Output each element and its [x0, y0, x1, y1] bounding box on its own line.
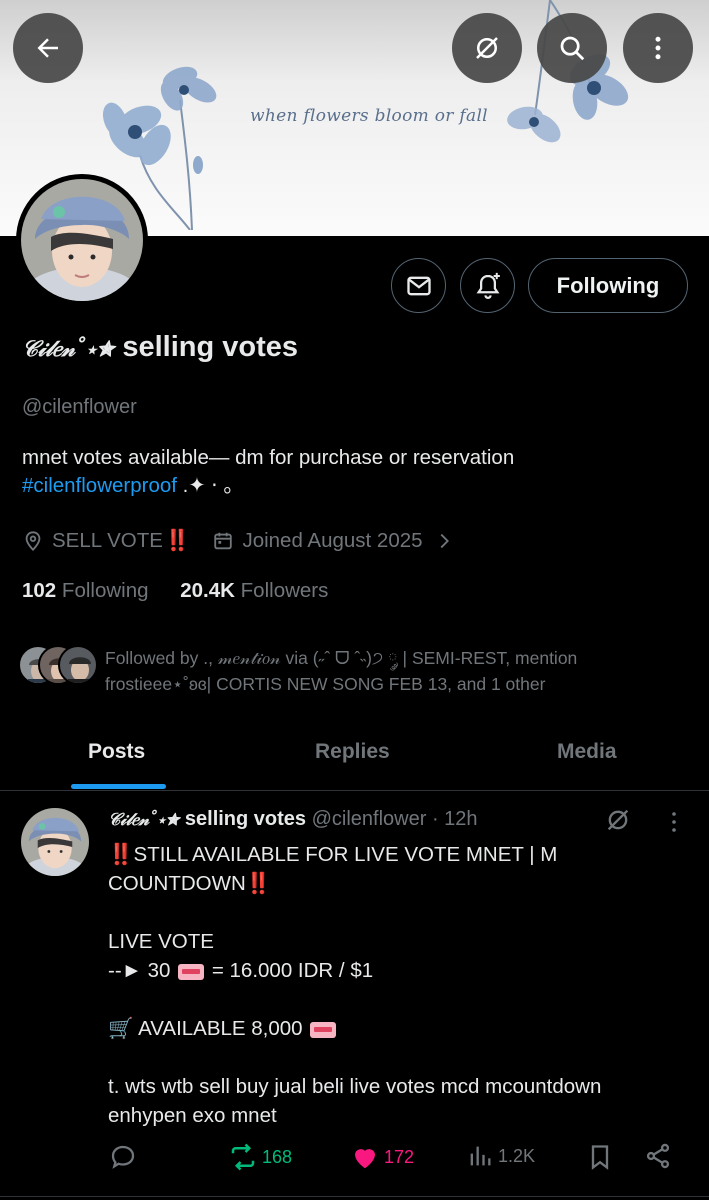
ticket-icon [310, 1021, 337, 1038]
joined-date: Joined August 2025 [242, 529, 423, 552]
following-label: Following [61, 579, 149, 602]
post-line-5: t. wts wtb sell buy jual beli live votes… [108, 1075, 602, 1127]
reply-button[interactable] [108, 1142, 138, 1172]
notifications-button[interactable] [460, 258, 515, 313]
views-button[interactable]: 1.2K [466, 1142, 535, 1170]
post-author-decoration: 𝒞𝒾𝓁𝑒𝓃˚⋆✮ [108, 810, 180, 830]
avatar-photo [21, 179, 143, 301]
display-name-decoration: 𝒞𝒾𝓁𝑒𝓃˚⋆✮ [22, 336, 115, 362]
analytics-icon [470, 1146, 491, 1166]
display-name: 𝒞𝒾𝓁𝑒𝓃˚⋆✮ selling votes [22, 331, 298, 364]
post-author-main: selling votes [184, 808, 307, 830]
profile-meta: SELL VOTE ‼️ Joined August 2025 [22, 529, 455, 553]
more-vertical-icon [655, 36, 661, 60]
post-line-4: 🛒 AVAILABLE 8,000 [108, 1017, 303, 1040]
share-icon [646, 1143, 670, 1169]
profile-handle: @cilenflower [22, 396, 137, 418]
calendar-icon [214, 532, 233, 550]
bookmark-icon [591, 1145, 609, 1170]
location-pin-icon [25, 531, 41, 552]
double-exclamation-mark: ‼️ [245, 872, 272, 895]
repost-button[interactable]: 168 [228, 1142, 292, 1172]
bio-text: mnet votes available— dm for purchase or… [22, 446, 515, 469]
following-count: 102 [22, 579, 57, 602]
repost-icon [231, 1143, 255, 1171]
active-tab-indicator [71, 784, 166, 789]
post-author-handle[interactable]: @cilenflower [312, 808, 427, 830]
grok-icon [476, 37, 498, 59]
followers-count-link[interactable]: 20.4K Followers [180, 579, 328, 602]
banner-text: when flowers bloom or fall [250, 106, 488, 126]
followed-by-text: Followed by ., 𝓂𝑒𝓃𝓉𝒾𝑜𝓃 via (˶ˆ ᗜ ˆ˵)੭ ༘ … [105, 648, 578, 694]
post-author-avatar[interactable] [21, 808, 89, 876]
grok-icon[interactable] [604, 806, 632, 834]
post-actions: 168 172 1.2K [108, 1142, 688, 1178]
double-exclamation-mark: ‼️ [108, 843, 134, 866]
tab-replies[interactable]: Replies [315, 740, 390, 764]
share-button[interactable] [644, 1142, 672, 1170]
profile-bio: mnet votes available— dm for purchase or… [22, 444, 682, 500]
post-more-icon[interactable] [662, 810, 686, 834]
message-button[interactable] [391, 258, 446, 313]
post-line-3-end: = 16.000 IDR / $1 [211, 959, 374, 982]
grok-button[interactable] [452, 13, 522, 83]
reply-icon [111, 1145, 135, 1169]
follower-avatar [58, 645, 98, 685]
post-line-1: STILL AVAILABLE FOR LIVE VOTE MNET | M C… [108, 843, 558, 895]
heart-filled-icon [355, 1149, 375, 1169]
followers-count: 20.4K [180, 579, 235, 602]
mail-icon [406, 276, 431, 295]
like-button[interactable]: 172 [350, 1142, 414, 1172]
post-time[interactable]: · 12h [432, 808, 478, 830]
back-button[interactable] [13, 13, 83, 83]
location-text: SELL VOTE [52, 529, 163, 552]
post-text: ‼️STILL AVAILABLE FOR LIVE VOTE MNET | M… [108, 840, 668, 1130]
avatar-photo [21, 808, 89, 876]
location-emoji: ‼️ [164, 529, 191, 552]
more-options-button[interactable] [623, 13, 693, 83]
post-divider [0, 1196, 709, 1197]
like-count: 172 [384, 1146, 415, 1167]
arrow-left-icon [37, 38, 58, 58]
follow-counts: 102 Following 20.4K Followers [22, 579, 328, 603]
followed-by-row[interactable]: Followed by ., 𝓂𝑒𝓃𝓉𝒾𝑜𝓃 via (˶ˆ ᗜ ˆ˵)੭ ༘ … [18, 645, 615, 697]
search-icon [560, 36, 585, 61]
bio-suffix: .✦ ⋅ ｡ [176, 474, 234, 497]
search-button[interactable] [537, 13, 607, 83]
following-count-link[interactable]: 102 Following [22, 579, 149, 602]
display-name-text: selling votes [122, 331, 299, 363]
following-button[interactable]: Following [528, 258, 688, 313]
tab-media[interactable]: Media [557, 740, 617, 764]
bell-plus-icon [476, 272, 500, 299]
chevron-right-icon[interactable] [433, 530, 455, 552]
post-author-name[interactable]: 𝒞𝒾𝓁𝑒𝓃˚⋆✮ selling votes [108, 808, 306, 830]
repost-count: 168 [262, 1146, 293, 1167]
ticket-icon [178, 963, 205, 980]
post-header: 𝒞𝒾𝓁𝑒𝓃˚⋆✮ selling votes @cilenflower · 12… [108, 808, 478, 831]
bio-hashtag-link[interactable]: #cilenflowerproof [22, 474, 177, 497]
tab-posts[interactable]: Posts [88, 740, 145, 764]
post-line-3-start: --► 30 [108, 959, 171, 982]
followed-by-avatars [18, 645, 100, 687]
bookmark-button[interactable] [586, 1142, 614, 1172]
post-line-2: LIVE VOTE [108, 930, 214, 953]
views-count: 1.2K [498, 1145, 536, 1166]
profile-avatar[interactable] [16, 174, 148, 306]
followers-label: Followers [240, 579, 329, 602]
profile-tabs: Posts Replies Media [0, 718, 709, 791]
